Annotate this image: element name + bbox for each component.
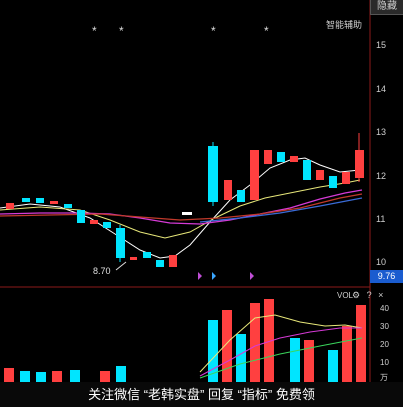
candle bbox=[182, 212, 192, 215]
price-axis-tick: 13 bbox=[376, 127, 387, 137]
signal-triangle bbox=[250, 272, 254, 280]
candle bbox=[277, 152, 285, 162]
candle bbox=[6, 203, 14, 209]
last-price-tag: 9.76 bbox=[370, 270, 403, 283]
candle bbox=[290, 156, 298, 162]
volume-title: VOL bbox=[337, 291, 354, 300]
candle bbox=[36, 198, 44, 203]
candle bbox=[103, 222, 111, 228]
candle bbox=[22, 198, 30, 202]
candle bbox=[156, 260, 164, 267]
price-axis-tick: 14 bbox=[376, 84, 387, 94]
watermark-banner: 关注微信 “老韩实盘” 回复 “指标” 免费领 bbox=[0, 382, 403, 407]
candle bbox=[64, 204, 72, 208]
low-price-label: 8.70 bbox=[93, 266, 111, 276]
candle bbox=[77, 210, 85, 223]
candle bbox=[303, 160, 311, 180]
candle bbox=[90, 220, 98, 224]
candle bbox=[316, 170, 324, 180]
candle bbox=[50, 201, 58, 204]
marker-star: * bbox=[211, 24, 216, 38]
price-axis-tick: 11 bbox=[376, 214, 386, 224]
volume-bar bbox=[342, 326, 352, 382]
candle bbox=[130, 257, 137, 260]
hide-button[interactable]: 隐藏 bbox=[370, 0, 403, 15]
ma-line-purple bbox=[0, 189, 363, 225]
candle bbox=[329, 176, 337, 188]
volume-axis-tick: 30 bbox=[380, 322, 389, 331]
ma-line-red bbox=[0, 193, 363, 221]
marker-star: * bbox=[119, 24, 124, 38]
volume-bar bbox=[304, 340, 314, 382]
price-axis-tick: 12 bbox=[376, 171, 387, 181]
volume-panel-icons[interactable]: ⚙ ? × bbox=[352, 290, 385, 301]
volume-bar bbox=[20, 371, 30, 382]
volume-bar bbox=[36, 372, 46, 382]
stock-chart-window: 隐藏 智能辅助 * * * * 15 14 13 12 11 10 9.76 8… bbox=[0, 0, 403, 407]
signal-triangle bbox=[198, 272, 202, 280]
volume-bar bbox=[52, 371, 62, 382]
volume-axis-tick: 20 bbox=[380, 340, 389, 349]
volume-bar bbox=[250, 303, 260, 382]
candle bbox=[237, 190, 245, 202]
price-axis-tick: 10 bbox=[376, 257, 387, 267]
signal-triangle bbox=[212, 272, 216, 280]
candle bbox=[250, 150, 259, 200]
candlestick-chart bbox=[0, 0, 371, 382]
candle bbox=[143, 252, 151, 258]
volume-bar bbox=[100, 371, 110, 382]
volume-bar bbox=[4, 368, 14, 382]
candle bbox=[342, 172, 350, 184]
volume-bar bbox=[290, 338, 300, 382]
price-axis-tick: 15 bbox=[376, 40, 387, 50]
marker-star: * bbox=[92, 24, 97, 38]
candles bbox=[6, 133, 364, 267]
marker-star: * bbox=[264, 24, 269, 38]
volume-bar bbox=[222, 310, 232, 382]
volume-axis-tick: 40 bbox=[380, 304, 389, 313]
candle bbox=[224, 180, 232, 200]
volume-bar bbox=[356, 305, 366, 382]
volume-bars bbox=[4, 299, 366, 382]
volume-bar bbox=[328, 350, 338, 382]
smart-assist-label[interactable]: 智能辅助 bbox=[326, 18, 362, 31]
volume-axis-tick: 10 bbox=[380, 358, 389, 367]
candle bbox=[264, 150, 272, 164]
volume-bar bbox=[70, 370, 80, 382]
low-marker-arrow bbox=[115, 261, 127, 271]
volume-bar bbox=[116, 366, 126, 382]
candle bbox=[169, 255, 177, 267]
volume-bar bbox=[236, 334, 246, 382]
